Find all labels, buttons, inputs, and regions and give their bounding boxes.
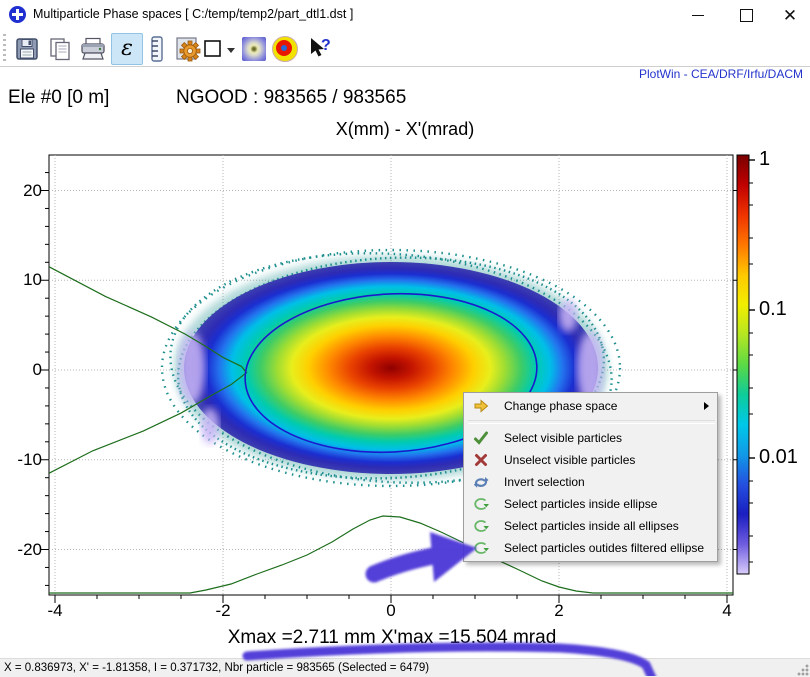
select-ellipse-icon bbox=[470, 495, 492, 513]
ellipse-rings-icon bbox=[272, 36, 298, 62]
menu-separator bbox=[468, 420, 715, 424]
copy-pages-icon bbox=[47, 36, 73, 62]
y-tick-label: 0 bbox=[4, 360, 42, 380]
x-tick-label: 4 bbox=[707, 601, 747, 621]
menu-item-invert-selection[interactable]: Invert selection bbox=[464, 471, 717, 493]
scale-ruler-button[interactable] bbox=[141, 33, 173, 65]
close-button[interactable]: ✕ bbox=[770, 0, 810, 30]
element-label: Ele #0 [0 m] bbox=[8, 87, 109, 109]
context-help-button[interactable]: ? bbox=[303, 33, 335, 65]
beam-extent-label: Xmax =2.711 mm X'max =15.504 mrad bbox=[0, 627, 784, 649]
toolbar-drag-handle[interactable] bbox=[3, 34, 6, 61]
colorbar-tick-label: 0.1 bbox=[759, 298, 787, 321]
menu-item-label: Invert selection bbox=[504, 475, 585, 489]
print-button[interactable] bbox=[77, 33, 109, 65]
y-tick-label: -10 bbox=[4, 450, 42, 470]
check-icon bbox=[470, 429, 492, 447]
minimize-icon bbox=[692, 15, 704, 16]
menu-item-select-particles-inside-all-ellipses[interactable]: Select particles inside all ellipses bbox=[464, 515, 717, 537]
ellipse-view-button[interactable] bbox=[269, 33, 301, 65]
menu-item-label: Change phase space bbox=[504, 399, 617, 413]
epsilon-icon: ε bbox=[121, 38, 133, 60]
close-icon: ✕ bbox=[783, 7, 797, 24]
ngood-label: NGOOD : 983565 / 983565 bbox=[176, 87, 406, 109]
credit-text[interactable]: PlotWin - CEA/DRF/Irfu/DACM bbox=[639, 67, 803, 81]
shape-select-button[interactable] bbox=[200, 33, 238, 65]
gear-icon bbox=[174, 35, 202, 63]
colorbar-tick-label: 1 bbox=[759, 148, 770, 171]
x-tick-label: 0 bbox=[371, 601, 411, 621]
menu-item-label: Unselect visible particles bbox=[504, 453, 635, 467]
menu-item-label: Select particles inside all ellipses bbox=[504, 519, 679, 533]
menu-item-label: Select particles inside ellipse bbox=[504, 497, 657, 511]
y-tick-label: 20 bbox=[4, 181, 42, 201]
select-ellipse-icon bbox=[470, 517, 492, 535]
menu-item-select-particles-outides-filtered-ellipse[interactable]: Select particles outides filtered ellips… bbox=[464, 537, 717, 559]
emittance-button[interactable]: ε bbox=[111, 33, 143, 65]
minimize-button[interactable] bbox=[678, 0, 718, 30]
density-glow-icon bbox=[242, 37, 266, 61]
select-ellipse-icon bbox=[470, 539, 492, 557]
context-menu: Change phase space Select visible particl… bbox=[463, 392, 718, 562]
svg-text:?: ? bbox=[321, 37, 331, 54]
y-tick-label: -20 bbox=[4, 540, 42, 560]
maximize-icon bbox=[740, 9, 753, 22]
menu-item-label: Select particles outides filtered ellips… bbox=[504, 541, 704, 555]
app-icon bbox=[9, 6, 26, 23]
arrow-right-icon bbox=[470, 397, 492, 415]
invert-icon bbox=[470, 473, 492, 491]
x-tick-label: 2 bbox=[539, 601, 579, 621]
menu-item-unselect-visible-particles[interactable]: Unselect visible particles bbox=[464, 449, 717, 471]
resize-grip-icon[interactable] bbox=[797, 664, 809, 676]
plot-title: X(mm) - X'(mrad) bbox=[0, 119, 810, 140]
ruler-icon bbox=[146, 35, 168, 63]
floppy-icon bbox=[14, 36, 40, 62]
toolbar: ε bbox=[0, 30, 810, 67]
colorbar-tick-label: 0.01 bbox=[759, 446, 798, 469]
status-bar: X = 0.836973, X' = -1.81358, I = 0.37173… bbox=[0, 658, 810, 677]
x-tick-label: -2 bbox=[203, 601, 243, 621]
x-tick-label: -4 bbox=[35, 601, 75, 621]
copy-button[interactable] bbox=[44, 33, 76, 65]
save-button[interactable] bbox=[11, 33, 43, 65]
title-bar: Multiparticle Phase spaces [ C:/temp/tem… bbox=[0, 0, 810, 31]
menu-item-change-phase-space[interactable]: Change phase space bbox=[464, 395, 717, 417]
help-cursor-icon: ? bbox=[305, 35, 333, 63]
status-text: X = 0.836973, X' = -1.81358, I = 0.37173… bbox=[4, 662, 429, 674]
printer-icon bbox=[79, 36, 107, 62]
window-title: Multiparticle Phase spaces [ C:/temp/tem… bbox=[33, 7, 353, 21]
cross-icon bbox=[470, 451, 492, 469]
submenu-arrow-icon bbox=[704, 402, 709, 410]
menu-item-select-particles-inside-ellipse[interactable]: Select particles inside ellipse bbox=[464, 493, 717, 515]
maximize-button[interactable] bbox=[726, 0, 766, 30]
density-view-button[interactable] bbox=[238, 33, 270, 65]
menu-item-label: Select visible particles bbox=[504, 431, 622, 445]
y-tick-label: 10 bbox=[4, 270, 42, 290]
chevron-down-icon[interactable] bbox=[227, 48, 235, 53]
menu-item-select-visible-particles[interactable]: Select visible particles bbox=[464, 427, 717, 449]
